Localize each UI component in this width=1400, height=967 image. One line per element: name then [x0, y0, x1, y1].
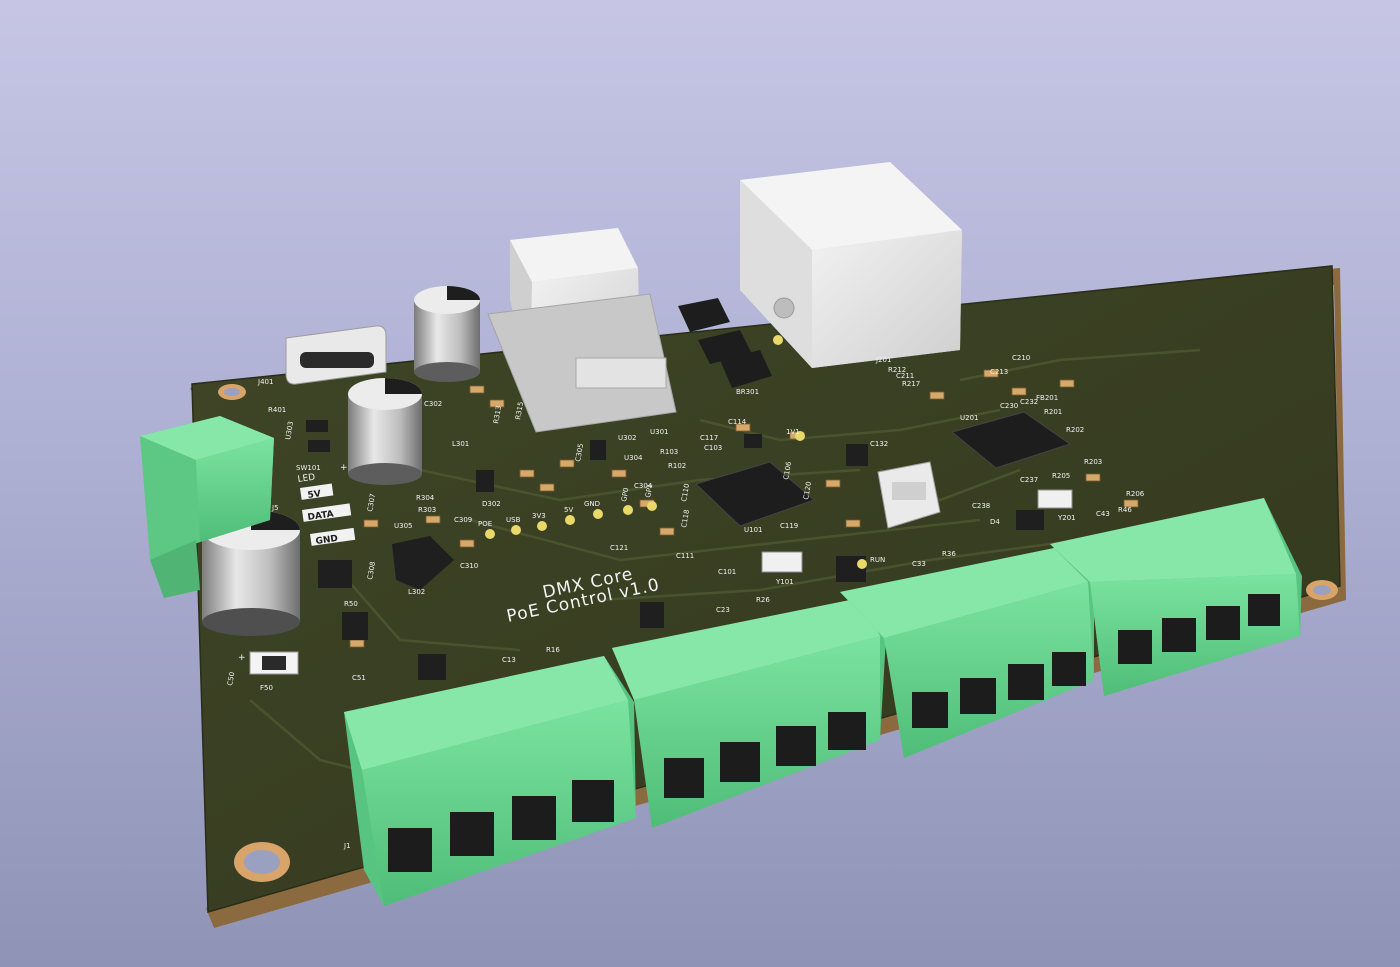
refdes-c117: C117 [700, 434, 718, 442]
refdes-r202: R202 [1066, 426, 1084, 434]
refdes-c230: C230 [1000, 402, 1018, 410]
refdes-c103: C103 [704, 444, 722, 452]
refdes-c238: C238 [972, 502, 990, 510]
ic-small [318, 560, 352, 588]
mounting-hole [218, 384, 246, 400]
refdes-f50: F50 [260, 684, 273, 692]
refdes-j5: J5 [271, 504, 279, 512]
refdes-r303: R303 [418, 506, 436, 514]
refdes-r103: R103 [660, 448, 678, 456]
refdes-c237: C237 [1020, 476, 1038, 484]
fuse-f50 [249, 651, 299, 675]
refdes-u301: U301 [650, 428, 668, 436]
refdes-c210: C210 [1012, 354, 1030, 362]
refdes-r401: R401 [268, 406, 286, 414]
pad-label-run: RUN [870, 556, 885, 564]
refdes-c101: C101 [718, 568, 736, 576]
label-plus-1: + [340, 463, 348, 473]
refdes-r217: R217 [902, 380, 920, 388]
refdes-br301: BR301 [736, 388, 759, 396]
refdes-d4: D4 [990, 518, 1000, 526]
tp-label-usb: USB [506, 516, 521, 524]
refdes-r26: R26 [756, 596, 770, 604]
refdes-y201: Y201 [1057, 514, 1076, 522]
refdes-j201: J201 [875, 356, 891, 364]
refdes-l302: L302 [408, 588, 425, 596]
refdes-c33: C33 [912, 560, 926, 568]
crystal-y101 [761, 551, 803, 573]
tp-label-gnd: GND [584, 500, 600, 508]
refdes-r201: R201 [1044, 408, 1062, 416]
refdes-r206: R206 [1126, 490, 1145, 498]
refdes-c119: C119 [780, 522, 798, 530]
refdes-r205: R205 [1052, 472, 1070, 480]
refdes-j1: J1 [343, 842, 351, 850]
refdes-r50: R50 [344, 600, 358, 608]
refdes-c304: C304 [634, 482, 653, 490]
label-5v: 5V [307, 489, 322, 501]
refdes-y101: Y101 [775, 578, 794, 586]
mounting-hole [1306, 580, 1338, 600]
refdes-c121: C121 [610, 544, 628, 552]
refdes-u302: U302 [618, 434, 636, 442]
crystal-y201 [1037, 489, 1073, 509]
refdes-c213: C213 [990, 368, 1008, 376]
refdes-r16: R16 [546, 646, 560, 654]
label-plus-2: + [238, 653, 246, 663]
tp-label-poe: POE [478, 520, 492, 528]
refdes-c132: C132 [870, 440, 888, 448]
refdes-c13: C13 [502, 656, 516, 664]
refdes-l301: L301 [452, 440, 469, 448]
refdes-u305: U305 [394, 522, 412, 530]
mounting-hole [234, 842, 290, 882]
electrolytic-capacitor [414, 286, 480, 382]
refdes-c43: C43 [1096, 510, 1110, 518]
refdes-c114: C114 [728, 418, 747, 426]
pcb-3d-render: DMX Core PoE Control v1.0 LED 5V DATA GN… [140, 162, 1346, 928]
refdes-c232: C232 [1020, 398, 1038, 406]
refdes-c111: C111 [676, 552, 694, 560]
pad-label-1v1: 1V1 [786, 428, 800, 436]
refdes-fb201: FB201 [1036, 394, 1058, 402]
refdes-c309: C309 [454, 516, 472, 524]
refdes-c310: C310 [460, 562, 478, 570]
tp-label-5v: 5V [564, 506, 573, 514]
refdes-r304: R304 [416, 494, 435, 502]
refdes-sw101: SW101 [296, 464, 321, 472]
refdes-u201: U201 [960, 414, 978, 422]
refdes-c211: C211 [896, 372, 914, 380]
refdes-u101: U101 [744, 526, 762, 534]
refdes-c302: C302 [424, 400, 442, 408]
refdes-u304: U304 [624, 454, 643, 462]
kicad-3d-viewer: DMX Core PoE Control v1.0 LED 5V DATA GN… [0, 0, 1400, 967]
refdes-j401: J401 [257, 378, 273, 386]
refdes-c23: C23 [716, 606, 730, 614]
refdes-d302: D302 [482, 500, 501, 508]
refdes-r36: R36 [942, 550, 956, 558]
electrolytic-capacitor [348, 378, 422, 485]
refdes-r203: R203 [1084, 458, 1102, 466]
refdes-r102: R102 [668, 462, 686, 470]
tp-label-3v3: 3V3 [532, 512, 546, 520]
refdes-r46: R46 [1118, 506, 1132, 514]
refdes-c51: C51 [352, 674, 366, 682]
